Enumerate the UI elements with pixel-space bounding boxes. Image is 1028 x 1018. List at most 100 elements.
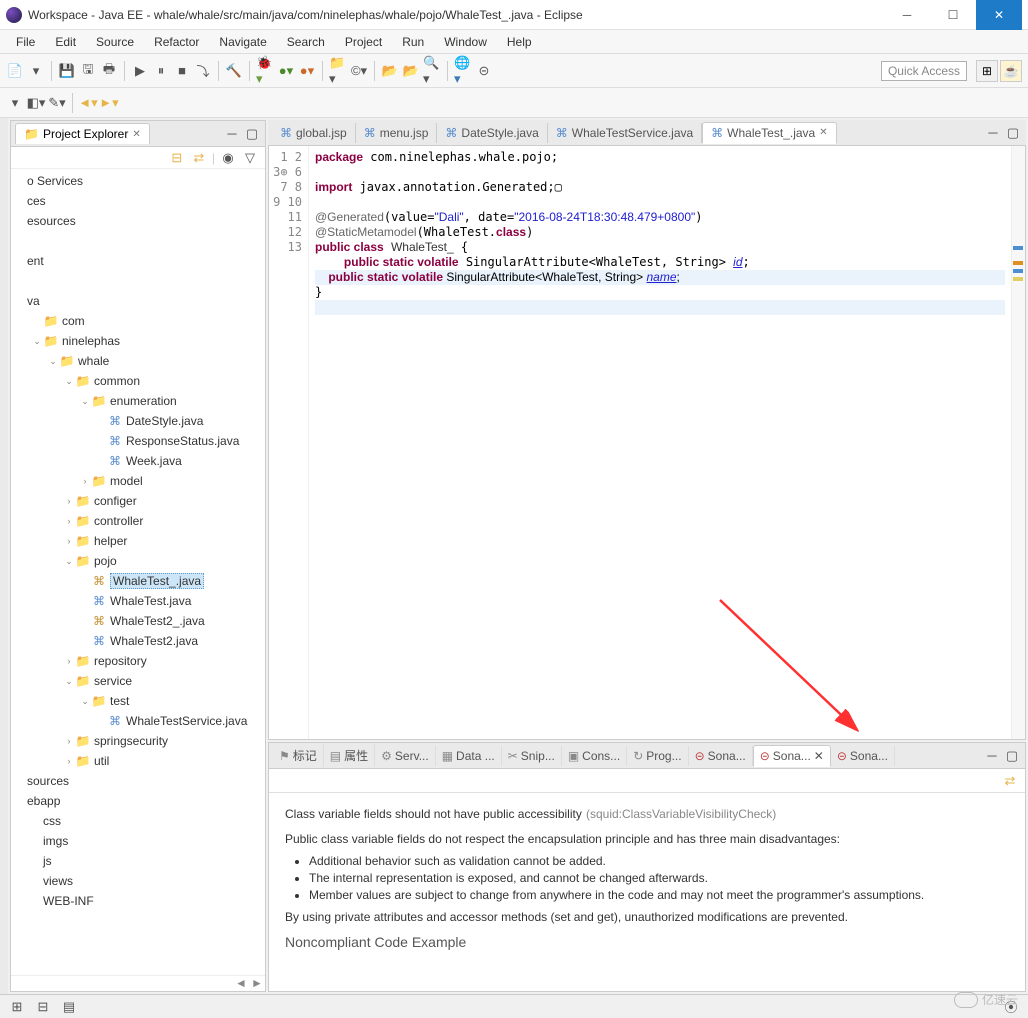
tree-item[interactable]: ⌘WhaleTest.java — [11, 591, 265, 611]
bottom-tab[interactable]: ↻Prog... — [627, 746, 688, 766]
perspective-javaee-icon[interactable]: ☕ — [1000, 60, 1022, 82]
tree-item[interactable]: sources — [11, 771, 265, 791]
pause-icon[interactable]: ⏸ — [152, 62, 170, 80]
bottom-tab[interactable]: ⊝Sona... — [689, 746, 753, 766]
tree-item[interactable]: js — [11, 851, 265, 871]
bottom-tab[interactable]: ✂Snip... — [502, 746, 562, 766]
close-button[interactable]: ✕ — [976, 0, 1022, 30]
bottom-tab[interactable]: ▦Data ... — [436, 746, 502, 766]
close-tab-icon[interactable]: ✕ — [819, 127, 827, 138]
tree-item[interactable]: ›📁util — [11, 751, 265, 771]
editor-tab[interactable]: ⌘WhaleTest_.java✕ — [702, 122, 836, 144]
menu-run[interactable]: Run — [394, 33, 432, 51]
print-icon[interactable]: 🖶 — [100, 62, 118, 80]
expand-icon[interactable]: › — [63, 516, 75, 526]
tree-item[interactable]: ⌘ResponseStatus.java — [11, 431, 265, 451]
tb2-icon3[interactable]: ✎▾ — [48, 94, 66, 112]
menu-window[interactable]: Window — [436, 33, 495, 51]
menu-refactor[interactable]: Refactor — [146, 33, 207, 51]
minimize-panel-icon[interactable]: ─ — [983, 747, 1001, 765]
expand-icon[interactable]: ⌄ — [63, 676, 75, 687]
tree-item[interactable]: ent — [11, 251, 265, 271]
collapse-all-icon[interactable]: ⊟ — [168, 149, 186, 167]
minimize-view-icon[interactable]: ─ — [223, 125, 241, 143]
view-menu-icon[interactable]: ▽ — [241, 149, 259, 167]
tree-item[interactable]: ces — [11, 191, 265, 211]
tree-item[interactable]: ⌘WhaleTest2.java — [11, 631, 265, 651]
bottom-tab[interactable]: ▤属性 — [324, 744, 375, 767]
expand-icon[interactable]: › — [63, 756, 75, 766]
step-icon[interactable]: ⤵ — [194, 62, 212, 80]
tree-item[interactable]: ⌄📁ninelephas — [11, 331, 265, 351]
tree-item[interactable]: ›📁model — [11, 471, 265, 491]
tree-item[interactable] — [11, 271, 265, 291]
project-explorer-tab[interactable]: 📁 Project Explorer ✕ — [15, 123, 150, 144]
tree-item[interactable]: ⌘WhaleTest_.java — [11, 571, 265, 591]
expand-icon[interactable]: ⌄ — [31, 336, 43, 347]
minimize-editor-icon[interactable]: ─ — [984, 124, 1002, 142]
bottom-tab[interactable]: ⚙Serv... — [375, 746, 436, 766]
status-icon1[interactable]: ⊞ — [8, 998, 26, 1016]
bottom-tab[interactable]: ⚑标记 — [273, 744, 324, 767]
bottom-tab[interactable]: ⊝Sona... — [831, 746, 895, 766]
back-icon[interactable]: ◄▾ — [79, 94, 97, 112]
focus-icon[interactable]: ◉ — [219, 149, 237, 167]
tree-item[interactable]: ›📁configer — [11, 491, 265, 511]
menu-search[interactable]: Search — [279, 33, 333, 51]
tree-item[interactable]: ⌘DateStyle.java — [11, 411, 265, 431]
link-editor-icon[interactable]: ⇄ — [190, 149, 208, 167]
menu-project[interactable]: Project — [337, 33, 390, 51]
tree-item[interactable]: 📁com — [11, 311, 265, 331]
perspective-open-icon[interactable]: ⊞ — [976, 60, 998, 82]
expand-icon[interactable]: ⌄ — [63, 376, 75, 387]
tree-item[interactable]: ⌘WhaleTest2_.java — [11, 611, 265, 631]
expand-icon[interactable]: ⌄ — [79, 396, 91, 407]
editor-tab[interactable]: ⌘global.jsp — [272, 123, 356, 143]
expand-icon[interactable]: › — [63, 736, 75, 746]
menu-edit[interactable]: Edit — [47, 33, 84, 51]
sonar-icon[interactable]: ⊝ — [475, 62, 493, 80]
tree-item[interactable]: ⌘Week.java — [11, 451, 265, 471]
tree-item[interactable]: ›📁springsecurity — [11, 731, 265, 751]
debug-icon[interactable]: 🐞▾ — [256, 62, 274, 80]
new-icon[interactable]: 📄 — [6, 62, 24, 80]
tree-item[interactable]: ›📁controller — [11, 511, 265, 531]
maximize-editor-icon[interactable]: ▢ — [1004, 124, 1022, 142]
tree-item[interactable] — [11, 231, 265, 251]
stop-icon[interactable]: ■ — [173, 62, 191, 80]
quick-access-input[interactable]: Quick Access — [881, 61, 967, 81]
editor-tab[interactable]: ⌘WhaleTestService.java — [548, 123, 702, 143]
maximize-view-icon[interactable]: ▢ — [243, 125, 261, 143]
tree-item[interactable]: va — [11, 291, 265, 311]
expand-icon[interactable]: ⌄ — [79, 696, 91, 707]
menu-help[interactable]: Help — [499, 33, 540, 51]
tree-item[interactable]: ⌄📁enumeration — [11, 391, 265, 411]
code-body[interactable]: package com.ninelephas.whale.pojo; impor… — [309, 146, 1011, 739]
expand-icon[interactable]: ⌄ — [63, 556, 75, 567]
maximize-button[interactable]: ☐ — [930, 0, 976, 30]
save-icon[interactable]: 💾 — [58, 62, 76, 80]
tree-item[interactable]: ⌄📁whale — [11, 351, 265, 371]
tree-item[interactable]: ›📁repository — [11, 651, 265, 671]
expand-icon[interactable]: › — [79, 476, 91, 486]
newclass-icon[interactable]: ©▾ — [350, 62, 368, 80]
globe-icon[interactable]: 🌐▾ — [454, 62, 472, 80]
tb2-icon[interactable]: ▾ — [6, 94, 24, 112]
tree-item[interactable]: ⌘WhaleTestService.java — [11, 711, 265, 731]
tree-item[interactable]: WEB-INF — [11, 891, 265, 911]
run-green-icon[interactable]: ●▾ — [277, 62, 295, 80]
bottom-tab[interactable]: ⊝Sona...✕ — [753, 745, 831, 767]
runext-icon[interactable]: ●▾ — [298, 62, 316, 80]
build-icon[interactable]: 🔨 — [225, 62, 243, 80]
editor-tab[interactable]: ⌘DateStyle.java — [437, 123, 547, 143]
status-icon2[interactable]: ⊟ — [34, 998, 52, 1016]
tb2-icon2[interactable]: ◧▾ — [27, 94, 45, 112]
close-tab-icon[interactable]: ✕ — [814, 749, 824, 763]
tree-item[interactable]: o Services — [11, 171, 265, 191]
minimize-button[interactable]: ─ — [884, 0, 930, 30]
scroll-left-icon[interactable]: ◄ — [233, 976, 249, 991]
tree-item[interactable]: imgs — [11, 831, 265, 851]
tree-item[interactable]: ebapp — [11, 791, 265, 811]
search-icon[interactable]: 🔍▾ — [423, 62, 441, 80]
editor-tab[interactable]: ⌘menu.jsp — [356, 123, 438, 143]
